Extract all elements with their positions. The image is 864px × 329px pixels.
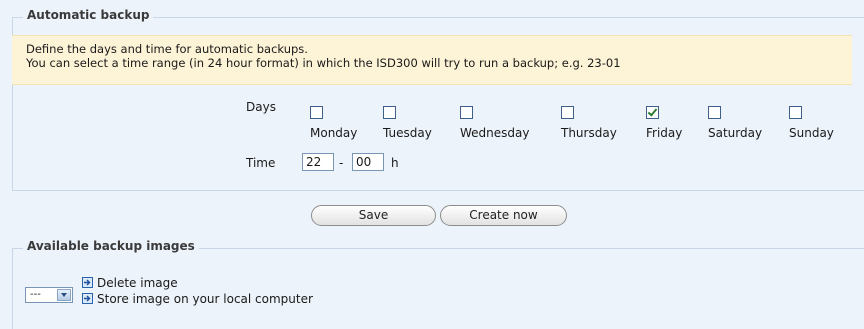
chevron-down-icon[interactable] — [57, 289, 71, 301]
friday-checkbox[interactable] — [646, 106, 659, 119]
days-label: Days — [246, 100, 276, 114]
day-thursday[interactable]: Thursday — [561, 106, 617, 140]
backup-image-select-value: --- — [30, 289, 41, 300]
create-now-button[interactable]: Create now — [440, 205, 567, 226]
tuesday-checkbox[interactable] — [383, 106, 396, 119]
delete-image-link[interactable]: Delete image — [82, 276, 178, 290]
day-tuesday[interactable]: Tuesday — [383, 106, 432, 140]
wednesday-label: Wednesday — [460, 126, 530, 140]
sunday-label: Sunday — [789, 126, 834, 140]
info-line-2: You can select a time range (in 24 hour … — [26, 56, 621, 70]
day-sunday[interactable]: Sunday — [789, 106, 834, 140]
friday-label: Friday — [646, 126, 683, 140]
thursday-label: Thursday — [561, 126, 617, 140]
saturday-label: Saturday — [708, 126, 763, 140]
automatic-backup-legend: Automatic backup — [23, 8, 154, 22]
time-separator: - — [339, 156, 344, 170]
day-friday[interactable]: Friday — [646, 106, 682, 140]
monday-label: Monday — [310, 126, 358, 140]
arrow-in-box-icon — [82, 293, 93, 304]
save-button[interactable]: Save — [311, 205, 436, 226]
time-label: Time — [246, 156, 276, 170]
day-wednesday[interactable]: Wednesday — [460, 106, 529, 140]
tuesday-label: Tuesday — [383, 126, 432, 140]
wednesday-checkbox[interactable] — [460, 106, 473, 119]
arrow-in-box-icon — [82, 277, 93, 288]
saturday-checkbox[interactable] — [708, 106, 721, 119]
info-line-1: Define the days and time for automatic b… — [26, 42, 308, 56]
store-image-link[interactable]: Store image on your local computer — [82, 292, 313, 306]
time-from-input[interactable]: 22 — [302, 153, 334, 171]
monday-checkbox[interactable] — [310, 106, 323, 119]
backup-info-box: Define the days and time for automatic b… — [12, 35, 852, 85]
time-unit: h — [391, 156, 399, 170]
sunday-checkbox[interactable] — [789, 106, 802, 119]
day-monday[interactable]: Monday — [310, 106, 357, 140]
day-saturday[interactable]: Saturday — [708, 106, 762, 140]
thursday-checkbox[interactable] — [561, 106, 574, 119]
delete-image-label: Delete image — [97, 276, 178, 290]
backup-image-select[interactable]: --- — [25, 287, 73, 303]
time-to-input[interactable]: 00 — [352, 153, 384, 171]
store-image-label: Store image on your local computer — [97, 292, 313, 306]
backup-images-legend: Available backup images — [23, 239, 199, 253]
